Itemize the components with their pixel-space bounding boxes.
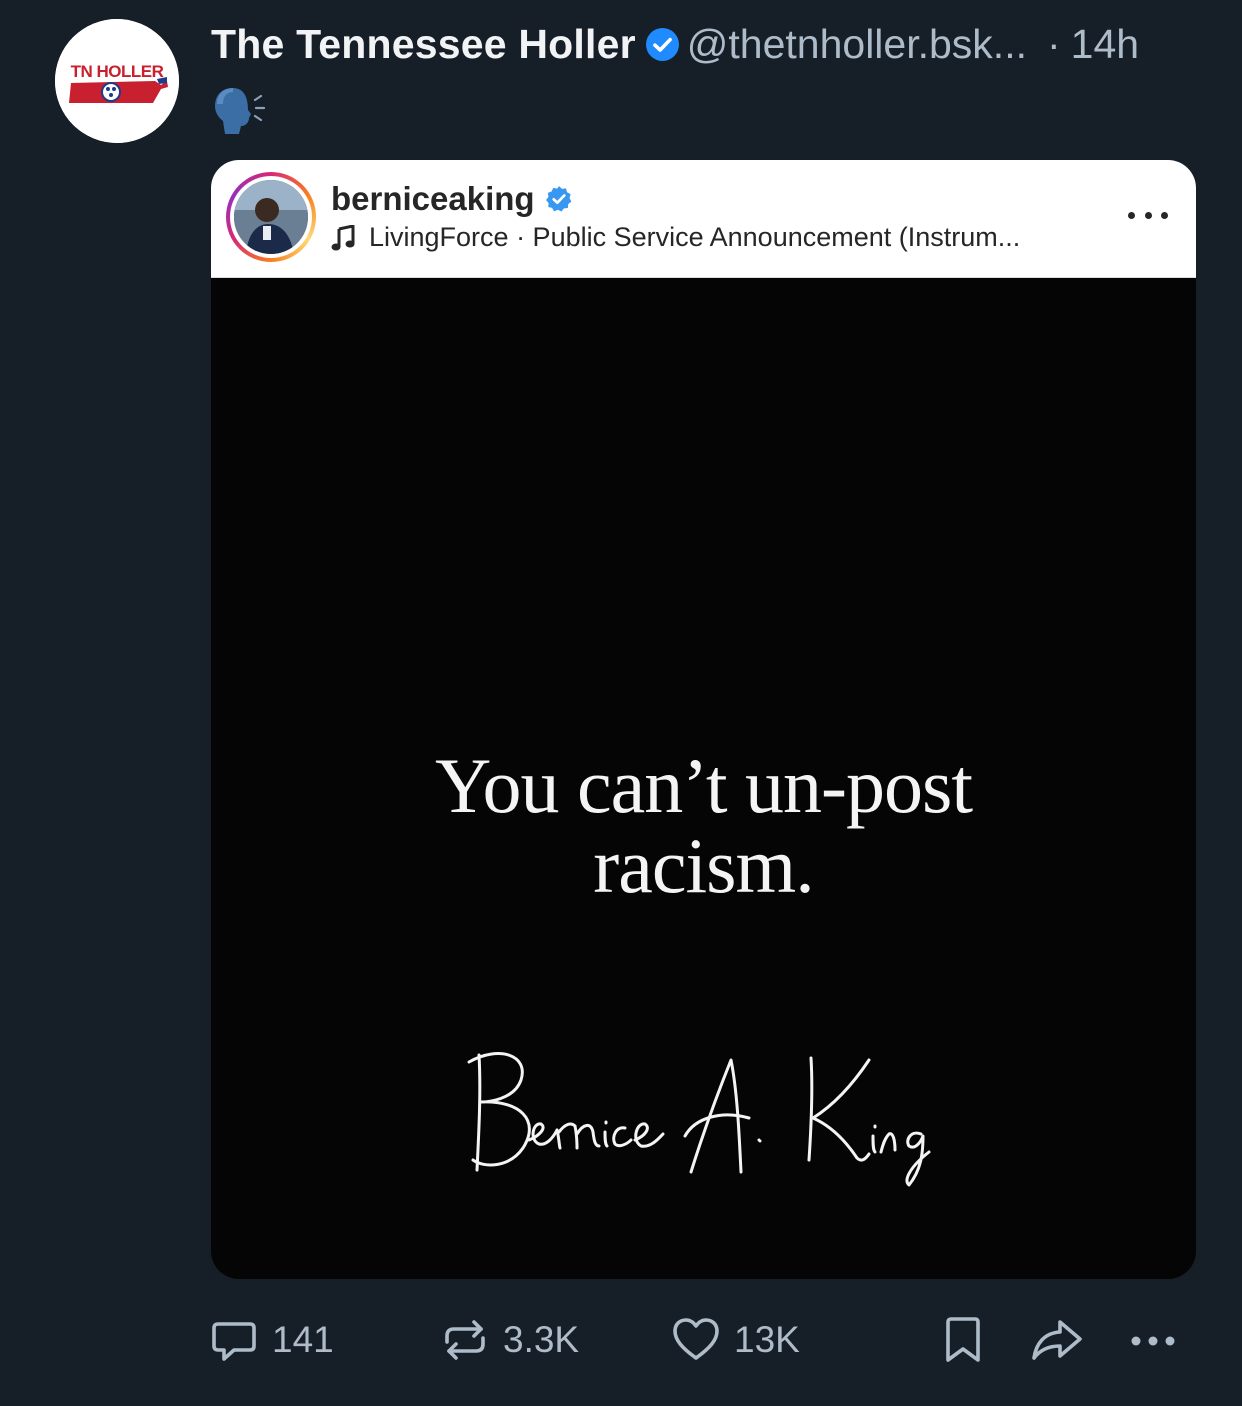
instagram-more-options-icon[interactable] <box>1128 200 1168 230</box>
embedded-instagram-post[interactable]: berniceaking LivingForce · Public Servic… <box>211 160 1196 1279</box>
instagram-header: berniceaking LivingForce · Public Servic… <box>211 160 1196 278</box>
verified-badge-icon <box>645 27 679 61</box>
profile-photo-icon <box>234 180 308 254</box>
post: TN HOLLER The Tennessee Holler @thetnhol… <box>0 0 1242 1406</box>
like-button[interactable]: 13K <box>672 1316 800 1364</box>
speaking-head-emoji-icon <box>215 88 266 134</box>
share-button[interactable] <box>1030 1316 1084 1364</box>
tn-holler-logo: TN HOLLER <box>55 19 179 143</box>
ellipsis-icon <box>1131 1336 1175 1346</box>
author-display-name[interactable]: The Tennessee Holler <box>211 21 636 68</box>
post-timestamp[interactable]: 14h <box>1071 21 1139 68</box>
repost-count: 3.3K <box>503 1319 580 1360</box>
instagram-verified-icon <box>545 186 571 212</box>
bookmark-icon <box>946 1317 980 1362</box>
instagram-audio-row[interactable]: LivingForce · Public Service Announcemen… <box>331 222 1020 253</box>
post-actions: 141 3.3K 13K <box>0 1300 1242 1380</box>
instagram-username[interactable]: berniceaking <box>331 180 535 218</box>
separator-dot: · <box>1046 20 1061 67</box>
heart-icon <box>673 1318 719 1360</box>
repost-icon <box>445 1320 485 1360</box>
instagram-audio-label: LivingForce · Public Service Announcemen… <box>369 222 1021 252</box>
bookmark-button[interactable] <box>942 1316 984 1364</box>
share-icon <box>1032 1320 1082 1360</box>
instagram-username-row: berniceaking <box>331 180 573 218</box>
quote-text: You can’t un-post racism. <box>211 746 1196 906</box>
like-count: 13K <box>734 1319 800 1360</box>
instagram-avatar[interactable] <box>226 172 316 262</box>
quote-line-2: racism. <box>593 822 814 909</box>
reply-icon <box>212 1322 256 1361</box>
repost-button[interactable]: 3.3K <box>441 1316 579 1364</box>
svg-text:TN HOLLER: TN HOLLER <box>71 62 164 81</box>
bernice-king-signature <box>467 1052 931 1187</box>
quote-line-1: You can’t un-post <box>435 742 973 829</box>
music-note-icon <box>331 224 355 250</box>
author-avatar[interactable]: TN HOLLER <box>55 19 179 143</box>
reply-count: 141 <box>272 1319 334 1360</box>
post-header: The Tennessee Holler @thetnholler.bsk...… <box>211 14 1211 74</box>
author-handle[interactable]: @thetnholler.bsk... <box>687 21 1027 68</box>
reply-button[interactable]: 141 <box>210 1316 334 1364</box>
more-options-icon[interactable] <box>1128 1328 1178 1354</box>
